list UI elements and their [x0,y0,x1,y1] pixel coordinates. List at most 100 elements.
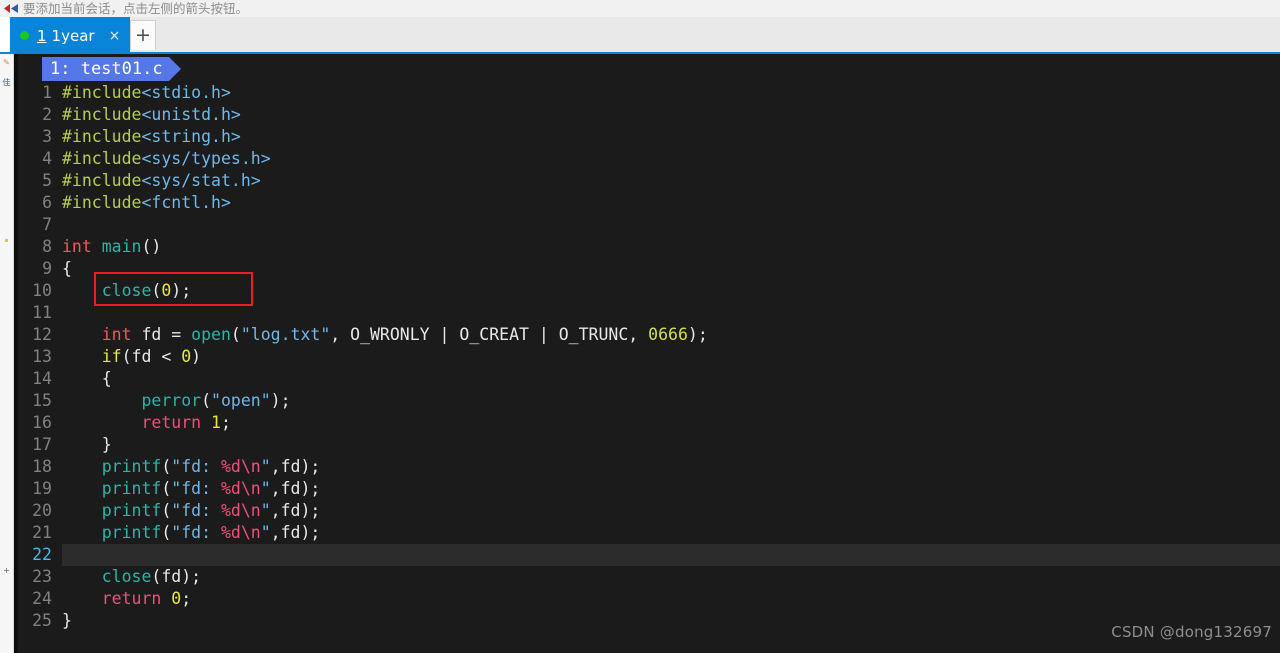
code-line[interactable]: 22 [18,544,1280,566]
code-token: ( [161,523,172,542]
code-token: ( [161,457,172,476]
chinese-char-icon[interactable]: 佳 [1,78,12,87]
line-number: 13 [32,347,52,366]
line-number: 21 [32,523,52,542]
code-line[interactable]: 11 [18,302,1280,324]
code-line[interactable]: 6 #include<fcntl.h> [18,192,1280,214]
code-token: ); [171,281,192,300]
code-line[interactable]: 3 #include<string.h> [18,126,1280,148]
code-area[interactable]: 1 #include<stdio.h> 2 #include<unistd.h> 3 #i… [18,82,1280,653]
close-icon[interactable]: × [109,29,121,43]
line-content: } [62,610,1280,632]
code-line[interactable]: 13 if(fd < 0) [18,346,1280,368]
line-content: #include<sys/stat.h> [62,170,1280,192]
editor-file-tab-row: 1: test01.c [18,57,1280,81]
code-token: #include [62,127,142,146]
code-line[interactable]: 7 [18,214,1280,236]
code-line[interactable]: 19 printf("fd: %d\n",fd); [18,478,1280,500]
code-token: printf [101,479,162,498]
left-arrow-icon [1,1,23,16]
code-token: printf [101,501,162,520]
session-tab-index: 1 [37,26,47,45]
terminal-pane[interactable]: 1: test01.c 1 #include<stdio.h> 2 #include<… [14,54,1280,653]
code-line[interactable]: 14 { [18,368,1280,390]
pen-icon[interactable]: ✎ [1,58,12,67]
line-number: 14 [32,369,52,388]
code-token: <string.h> [141,127,241,146]
line-content: printf("fd: %d\n",fd); [62,478,1280,500]
code-line[interactable]: 15 perror("open"); [18,390,1280,412]
line-content [62,544,1280,566]
code-token: } [62,611,72,630]
editor-file-tab-label: 1: test01.c [50,59,163,79]
code-line[interactable]: 25} [18,610,1280,632]
line-content: close(fd); [62,566,1280,588]
code-token: " [260,501,271,520]
line-content: return 0; [62,588,1280,610]
code-token: { [62,259,72,278]
code-line[interactable]: 8 int main() [18,236,1280,258]
code-token: <sys/types.h> [141,149,271,168]
tab-strip: 1 1year × + [0,17,1280,54]
left-rail: ✎ 佳 ▪ + [0,54,14,653]
line-content: { [62,258,1280,280]
line-number: 5 [42,171,52,190]
code-token: ( [201,391,212,410]
code-token: " [260,479,271,498]
editor-file-tab[interactable]: 1: test01.c [42,57,169,81]
code-line[interactable]: 1 #include<stdio.h> [18,82,1280,104]
code-token: perror [141,391,202,410]
code-token: 0 [161,281,172,300]
code-token: ); [270,391,291,410]
code-line[interactable]: 18 printf("fd: %d\n",fd); [18,456,1280,478]
code-line[interactable]: 4 #include<sys/types.h> [18,148,1280,170]
screen: 要添加当前会话，点击左侧的箭头按钮。 1 1year × + ✎ 佳 ▪ + 1… [0,0,1280,653]
code-line[interactable]: 5 #include<sys/stat.h> [18,170,1280,192]
code-token: return [141,413,202,432]
code-line[interactable]: 17 } [18,434,1280,456]
code-token: ( [151,281,162,300]
code-token: " [260,457,271,476]
add-icon[interactable]: + [1,566,12,575]
code-token: printf [101,457,162,476]
session-tab-1[interactable]: 1 1year × [10,17,130,54]
code-token: "log.txt" [240,325,331,344]
line-number: 24 [32,589,52,608]
code-line[interactable]: 16 return 1; [18,412,1280,434]
line-content [62,214,1280,236]
line-number: 4 [42,149,52,168]
code-line[interactable]: 20 printf("fd: %d\n",fd); [18,500,1280,522]
code-line[interactable]: 24 return 0; [18,588,1280,610]
code-line[interactable]: 23 close(fd); [18,566,1280,588]
code-token: close [101,281,152,300]
code-token: ; [181,589,192,608]
code-line[interactable]: 10 close(0); [18,280,1280,302]
code-token: 1 [211,413,221,432]
code-line[interactable]: 12 int fd = open("log.txt", O_WRONLY | O… [18,324,1280,346]
tab-strip-empty-area [156,17,1280,54]
code-token: #include [62,149,142,168]
code-line[interactable]: 21 printf("fd: %d\n",fd); [18,522,1280,544]
code-token: main [101,237,142,256]
line-content: #include<stdio.h> [62,82,1280,104]
line-number: 15 [32,391,52,410]
code-token: ; [220,413,231,432]
bookmark-icon[interactable]: ▪ [1,236,12,245]
code-token: <fcntl.h> [141,193,231,212]
code-line[interactable]: 2 #include<unistd.h> [18,104,1280,126]
new-tab-button[interactable]: + [130,20,156,50]
code-token: "fd: [171,479,221,498]
line-content: } [62,434,1280,456]
code-token: (fd < [121,347,182,366]
code-line[interactable]: 9{ [18,258,1280,280]
line-number: 1 [42,83,52,102]
code-token: ,fd); [270,501,321,520]
connected-dot-icon [20,31,29,40]
code-token: ) [191,347,202,366]
